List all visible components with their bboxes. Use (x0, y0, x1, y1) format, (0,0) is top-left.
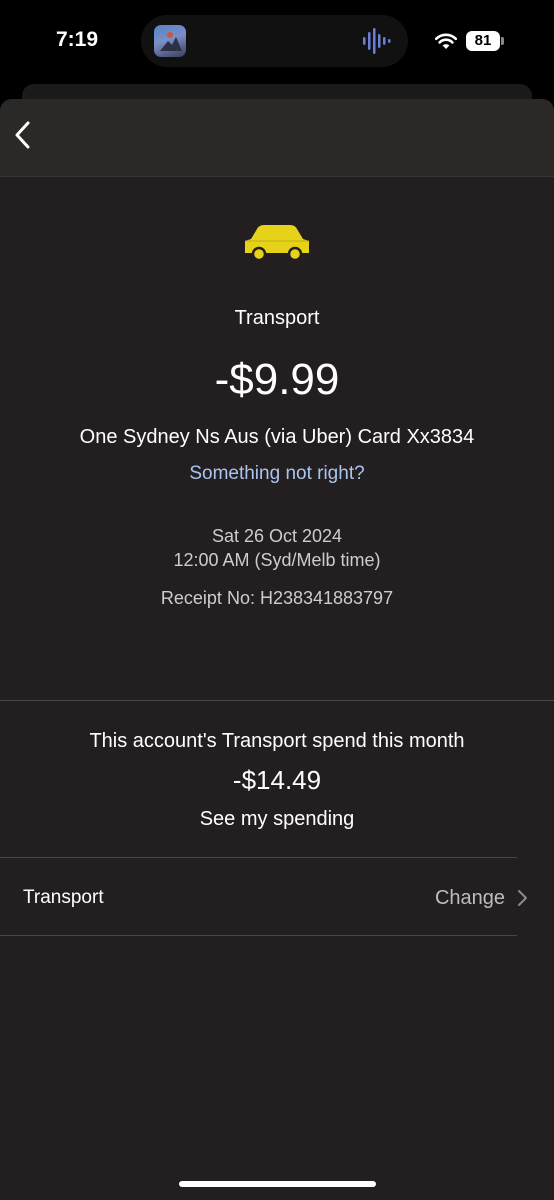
back-button[interactable] (6, 115, 42, 155)
wifi-icon (434, 33, 458, 49)
transaction-date: Sat 26 Oct 2024 (211, 526, 343, 546)
album-art-icon (154, 25, 186, 57)
battery-nub (501, 37, 504, 45)
car-icon (245, 225, 309, 261)
monthly-spend-label: This account's Transport spend this mont… (89, 730, 465, 752)
category-row-label: Transport (23, 887, 104, 908)
change-category-button[interactable]: Change (435, 887, 505, 910)
transaction-amount: -$9.99 (214, 355, 340, 404)
transaction-time: 12:00 AM (Syd/Melb time) (173, 550, 381, 570)
audio-wave-icon (363, 28, 391, 54)
category-row[interactable]: Transport Change (0, 858, 527, 935)
category-title: Transport (234, 307, 320, 329)
home-indicator[interactable] (179, 1181, 376, 1187)
see-spending-link[interactable]: See my spending (0, 808, 554, 831)
report-problem-link[interactable]: Something not right? (0, 463, 554, 485)
nav-bar (0, 99, 554, 177)
divider (0, 935, 517, 936)
status-time: 7:19 (56, 28, 99, 51)
monthly-spend-amount: -$14.49 (232, 765, 322, 795)
battery-icon: 81 (466, 31, 500, 51)
screen: 7:19 81 Transport -$9.99 One Sydney Ns A… (0, 0, 554, 1200)
receipt-number: Receipt No: H238341883797 (160, 588, 394, 608)
merchant-name: One Sydney Ns Aus (via Uber) Card Xx3834 (79, 426, 475, 448)
transaction-sheet: Transport -$9.99 One Sydney Ns Aus (via … (0, 99, 554, 1200)
divider (0, 700, 554, 701)
chevron-right-icon (518, 890, 527, 906)
dynamic-island[interactable] (141, 15, 408, 67)
